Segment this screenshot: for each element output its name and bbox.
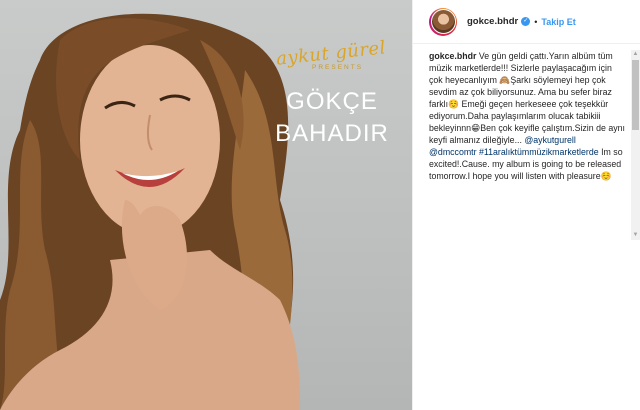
verified-badge-icon: ✓ — [521, 17, 531, 26]
separator-dot: • — [534, 16, 538, 27]
album-title-line1: GÖKÇE — [286, 88, 378, 115]
scrollbar-thumb[interactable] — [632, 60, 639, 130]
avatar[interactable] — [429, 7, 457, 36]
hashtag-link[interactable]: #11aralıktümmüzikmarketlerde — [479, 147, 599, 157]
mention-link[interactable]: @dmccomtr — [429, 147, 477, 157]
caption-username[interactable]: gokce.bhdr — [429, 51, 476, 61]
caption-text: Ve gün geldi çattı.Yarın albüm tüm müzik… — [429, 51, 625, 145]
scroll-down-icon[interactable]: ▼ — [631, 231, 640, 240]
mention-link[interactable]: @aykutgurell — [524, 135, 575, 145]
follow-button[interactable]: Takip Et — [541, 17, 575, 27]
avatar-image — [430, 9, 456, 34]
album-title-line2: BAHADIR — [275, 120, 389, 147]
presents-label: PRESENTS — [312, 64, 364, 71]
post-header: gokce.bhdr ✓ • Takip Et — [413, 0, 640, 44]
post-image[interactable]: aykut gürel PRESENTS GÖKÇE BAHADIR — [0, 0, 412, 410]
album-title: GÖKÇE BAHADIR — [262, 86, 402, 150]
caption-scroll-area[interactable]: gokce.bhdr Ve gün geldi çattı.Yarın albü… — [413, 50, 640, 240]
post-caption: gokce.bhdr Ve gün geldi çattı.Yarın albü… — [429, 50, 625, 182]
post-panel: gokce.bhdr ✓ • Takip Et gokce.bhdr Ve gü… — [413, 0, 640, 410]
scroll-up-icon[interactable]: ▲ — [631, 50, 640, 59]
scrollbar[interactable]: ▲ ▼ — [631, 50, 640, 240]
header-username[interactable]: gokce.bhdr — [467, 16, 518, 27]
